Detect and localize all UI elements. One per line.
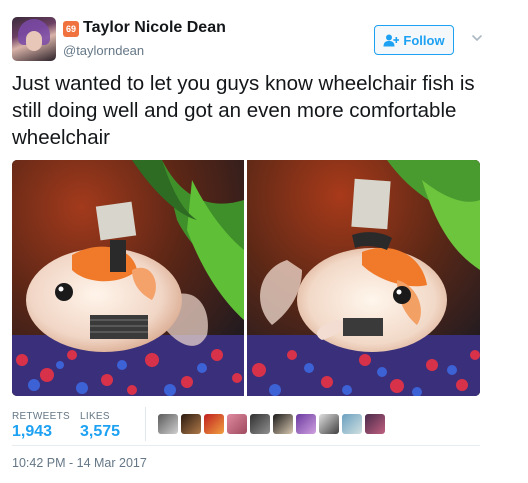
- liker-avatar[interactable]: [342, 414, 362, 434]
- liker-avatar[interactable]: [273, 414, 293, 434]
- retweets-label: RETWEETS: [12, 411, 70, 422]
- display-name[interactable]: Taylor Nicole Dean: [83, 19, 226, 37]
- follow-user-icon: [383, 34, 400, 46]
- tweet-timestamp[interactable]: 10:42 PM - 14 Mar 2017: [12, 456, 147, 470]
- tweet-photo-right[interactable]: [247, 160, 480, 396]
- liker-avatar[interactable]: [319, 414, 339, 434]
- liker-avatar[interactable]: [296, 414, 316, 434]
- liker-avatar[interactable]: [365, 414, 385, 434]
- chevron-down-icon[interactable]: [470, 31, 484, 45]
- tweet-card: 69 Taylor Nicole Dean @taylorndean Follo…: [0, 0, 528, 483]
- follow-label: Follow: [403, 32, 445, 48]
- tweet-photo-left[interactable]: [12, 160, 244, 396]
- liker-avatar[interactable]: [181, 414, 201, 434]
- user-handle[interactable]: @taylorndean: [63, 43, 144, 58]
- liker-avatar[interactable]: [204, 414, 224, 434]
- liker-avatar[interactable]: [227, 414, 247, 434]
- likes-label: LIKES: [80, 411, 110, 422]
- likes-count[interactable]: 3,575: [80, 423, 120, 441]
- likers-avatars: [158, 414, 385, 434]
- avatar[interactable]: [12, 17, 56, 61]
- account-badge: 69: [63, 21, 79, 37]
- stats-divider: [145, 407, 146, 441]
- follow-button[interactable]: Follow: [374, 25, 454, 55]
- footer-divider: [12, 445, 480, 446]
- tweet-text: Just wanted to let you guys know wheelch…: [12, 72, 475, 149]
- liker-avatar[interactable]: [250, 414, 270, 434]
- liker-avatar[interactable]: [158, 414, 178, 434]
- retweets-count[interactable]: 1,943: [12, 423, 52, 441]
